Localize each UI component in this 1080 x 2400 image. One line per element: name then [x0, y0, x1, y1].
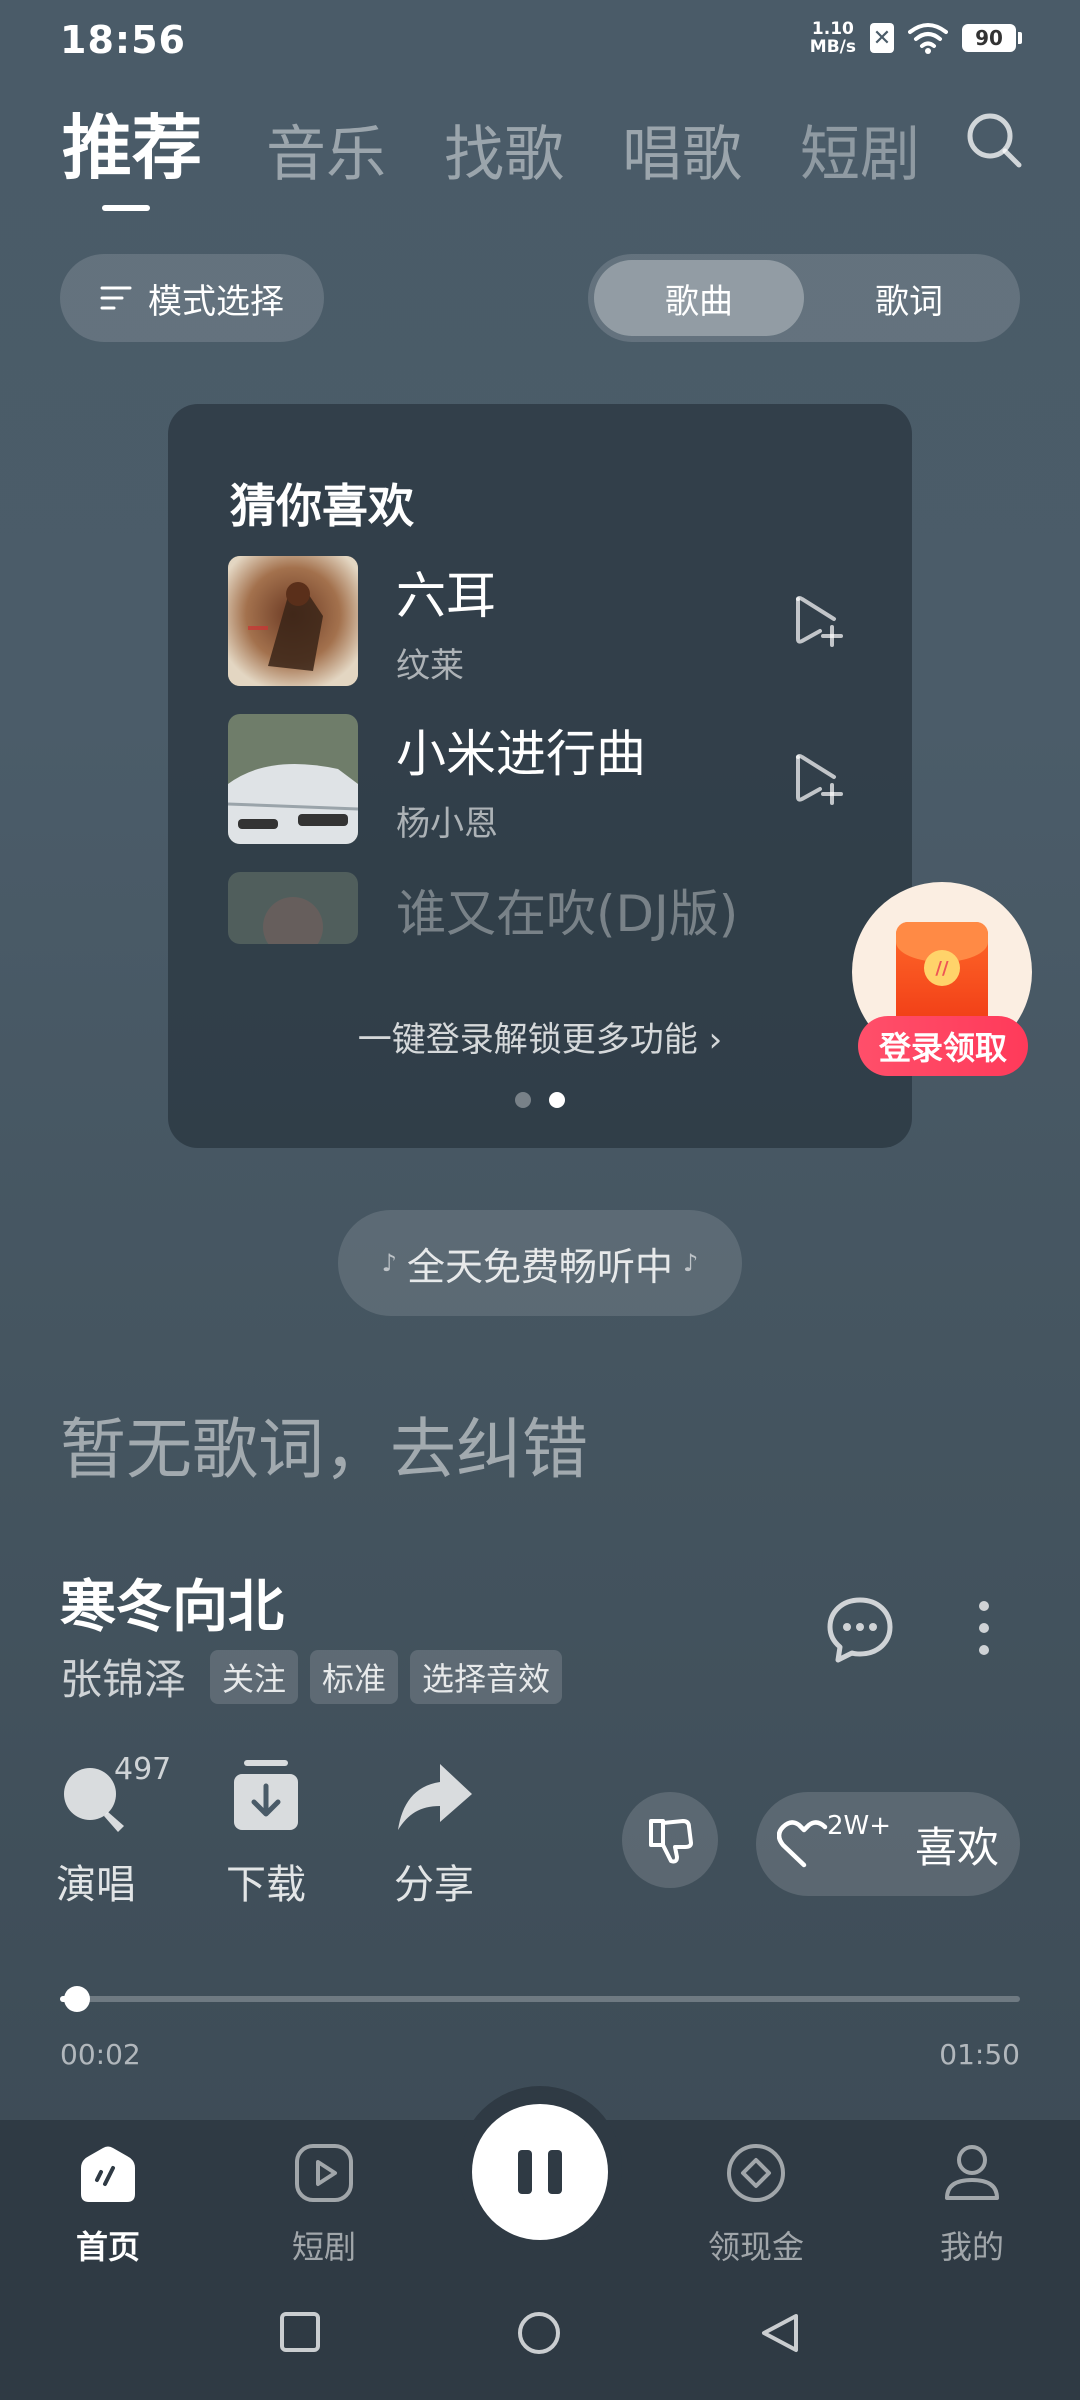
no-lyrics-report[interactable]: 暂无歌词，去纠错	[60, 1396, 588, 1492]
album-cover	[228, 714, 358, 844]
coin-diamond-icon	[727, 2144, 785, 2202]
add-to-playlist-icon[interactable]	[790, 593, 846, 649]
quality-button[interactable]: 标准	[310, 1649, 399, 1704]
card-title: 猜你喜欢	[230, 479, 414, 533]
share-label: 分享	[394, 1862, 474, 1908]
current-time: 00:02	[60, 2038, 141, 2071]
tab-music[interactable]: 音乐	[266, 106, 386, 193]
progress-thumb[interactable]	[64, 1986, 91, 2012]
album-cover	[228, 556, 358, 686]
sound-effect-button[interactable]: 选择音效	[410, 1649, 563, 1704]
home-system-icon[interactable]	[516, 2310, 562, 2356]
comment-icon[interactable]	[824, 1594, 896, 1666]
follow-button[interactable]: 关注	[210, 1649, 299, 1704]
nav-profile[interactable]: 我的	[902, 2140, 1042, 2268]
song-title: 谁又在吹(DJ版)	[396, 885, 739, 943]
filter-icon	[100, 286, 132, 310]
song-title: 六耳	[396, 566, 496, 625]
microphone-icon: 497	[56, 1752, 171, 1840]
current-song-meta: 张锦泽 关注 标准 选择音效	[60, 1646, 563, 1707]
music-note-icon: ♪	[381, 1249, 397, 1277]
battery-icon: 90	[962, 24, 1022, 52]
share-icon	[394, 1760, 474, 1840]
nav-home-label: 首页	[75, 2228, 140, 2266]
tab-short-drama[interactable]: 短剧	[800, 106, 920, 193]
nav-earn-cash[interactable]: 领现金	[686, 2140, 826, 2268]
status-time: 18:56	[60, 18, 186, 62]
red-packet-promo[interactable]: // 登录领取	[852, 882, 1032, 1082]
status-icons: 1.10 MB/s ✕ 90	[810, 20, 1022, 56]
add-to-playlist-icon[interactable]	[790, 751, 846, 807]
toggle-lyrics[interactable]: 歌词	[804, 260, 1014, 336]
album-cover	[228, 872, 358, 944]
heart-icon	[776, 1820, 828, 1868]
page-indicator	[168, 1092, 912, 1108]
dislike-button[interactable]	[622, 1792, 718, 1888]
sing-label: 演唱	[56, 1862, 136, 1908]
recent-apps-icon[interactable]	[278, 2310, 322, 2354]
top-tabs: 推荐 音乐 找歌 唱歌 短剧	[62, 92, 920, 211]
mode-select-label: 模式选择	[148, 281, 284, 322]
back-icon[interactable]	[758, 2310, 802, 2356]
current-artist[interactable]: 张锦泽	[60, 1646, 186, 1707]
download-label: 下载	[226, 1862, 306, 1908]
play-video-icon	[295, 2144, 353, 2202]
recommend-song-item[interactable]: 六耳 纹莱	[228, 556, 852, 686]
tab-recommend[interactable]: 推荐	[62, 92, 202, 211]
network-speed: 1.10 MB/s	[809, 19, 856, 57]
download-icon	[226, 1760, 306, 1840]
download-button[interactable]: 下载	[196, 1760, 336, 1910]
share-button[interactable]: 分享	[364, 1760, 504, 1910]
total-time: 01:50	[939, 2038, 1020, 2071]
like-button[interactable]: 2W+ 喜欢	[756, 1792, 1020, 1896]
nav-short-drama[interactable]: 短剧	[254, 2140, 394, 2268]
home-icon	[81, 2146, 135, 2202]
wifi-icon	[908, 23, 948, 54]
free-listening-badge[interactable]: ♪ 全天免费畅听中 ♪	[338, 1210, 742, 1316]
mode-select-button[interactable]: 模式选择	[60, 254, 324, 342]
coin-icon: //	[924, 950, 960, 986]
pause-icon	[518, 2150, 532, 2194]
thumbs-down-icon	[649, 1819, 693, 1864]
songs-lyrics-toggle: 歌曲 歌词	[588, 254, 1020, 342]
nav-profile-label: 我的	[939, 2228, 1004, 2266]
music-note-icon: ♪	[683, 1249, 699, 1277]
tab-find-song[interactable]: 找歌	[444, 106, 564, 193]
no-sim-icon: ✕	[870, 23, 894, 53]
more-options-icon[interactable]	[966, 1596, 1002, 1660]
nav-home[interactable]: 首页	[38, 2140, 178, 2268]
promo-label: 登录领取	[858, 1016, 1028, 1076]
song-artist: 杨小恩	[396, 803, 498, 844]
progress-bar[interactable]	[60, 1996, 1020, 2002]
login-unlock-link[interactable]: 一键登录解锁更多功能 ›	[168, 1012, 912, 1061]
pause-button[interactable]	[472, 2104, 608, 2240]
current-song-title: 寒冬向北	[60, 1575, 284, 1640]
sing-count: 497	[114, 1752, 172, 1787]
nav-earn-cash-label: 领现金	[707, 2228, 804, 2266]
user-icon	[945, 2145, 999, 2200]
recommend-card: 猜你喜欢 六耳 纹莱 小米进行曲 杨小恩 谁又在吹(DJ版) 一键登录解锁更多功…	[168, 404, 912, 1148]
chevron-right-icon: ›	[708, 1020, 723, 1060]
toggle-songs[interactable]: 歌曲	[594, 260, 804, 336]
nav-short-drama-label: 短剧	[291, 2228, 356, 2266]
song-artist: 纹莱	[396, 645, 464, 686]
page-dot-active	[549, 1092, 565, 1108]
page-dot	[515, 1092, 531, 1108]
tab-sing[interactable]: 唱歌	[622, 106, 742, 193]
recommend-song-item[interactable]: 谁又在吹(DJ版)	[228, 872, 852, 944]
like-count: 2W+	[826, 1811, 892, 1841]
sing-button[interactable]: 497 演唱	[26, 1752, 171, 1910]
recommend-song-item[interactable]: 小米进行曲 杨小恩	[228, 714, 852, 844]
like-label: 喜欢	[915, 1822, 1000, 1872]
search-icon[interactable]	[964, 110, 1024, 170]
song-title: 小米进行曲	[396, 724, 646, 783]
